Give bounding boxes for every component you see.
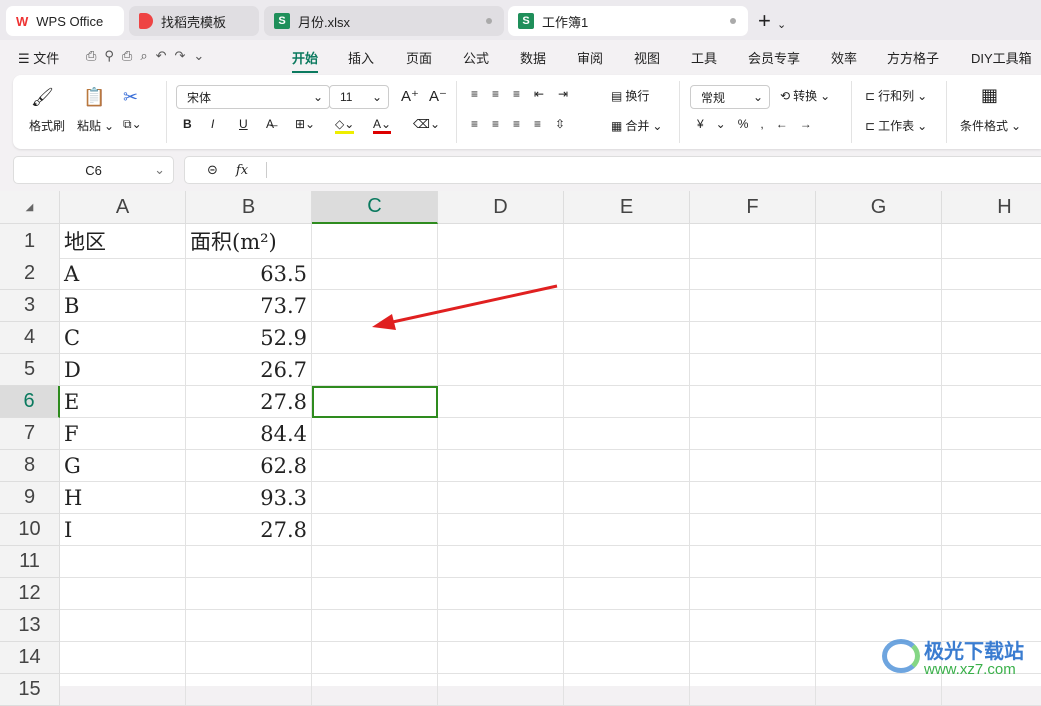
annotation-arrow (372, 284, 558, 330)
cell-C6[interactable] (312, 386, 438, 418)
watermark-logo-icon (882, 639, 920, 673)
